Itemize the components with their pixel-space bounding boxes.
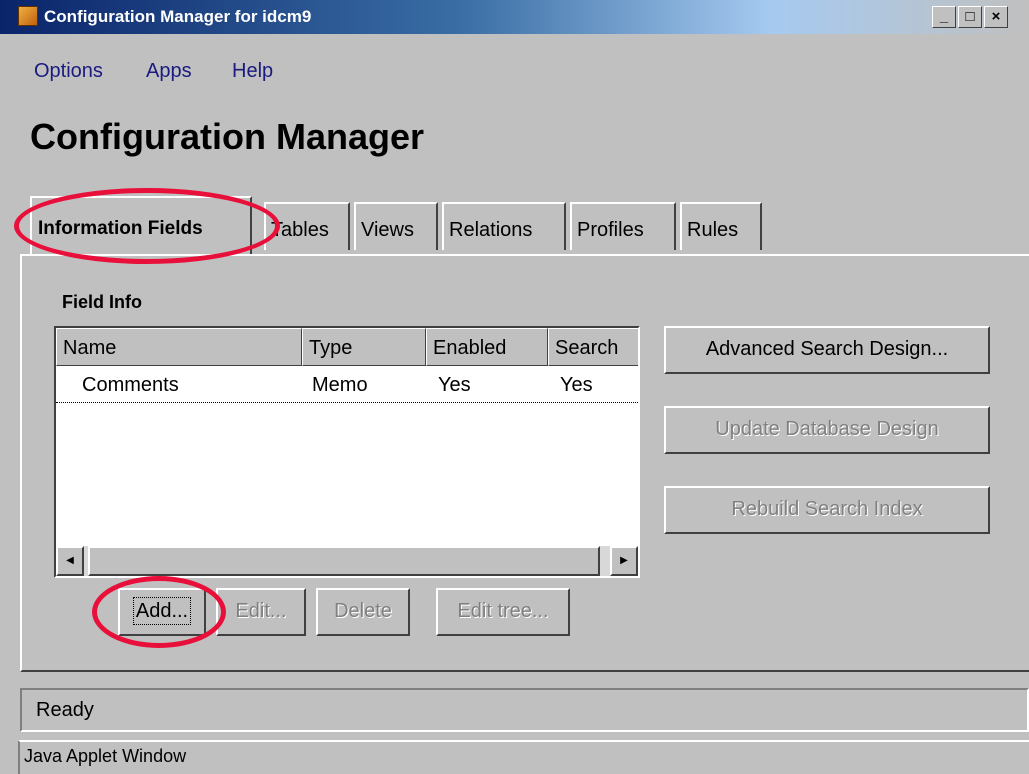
cell-enabled: Yes — [438, 374, 471, 396]
annotation-circle-add — [92, 576, 226, 648]
column-header-name[interactable]: Name — [56, 328, 302, 366]
cell-name: Comments — [82, 374, 179, 396]
fields-table[interactable]: Name Type Enabled Search Comments Memo Y… — [54, 326, 640, 578]
tab-profiles[interactable]: Profiles — [570, 202, 676, 250]
column-header-enabled[interactable]: Enabled — [426, 328, 548, 366]
status-bar — [20, 688, 1029, 732]
menu-help[interactable]: Help — [232, 60, 273, 83]
applet-warning-text: Java Applet Window — [24, 746, 187, 766]
delete-button[interactable]: Delete — [316, 588, 410, 636]
scroll-left-icon[interactable]: ◀ — [56, 546, 84, 576]
tab-views[interactable]: Views — [354, 202, 438, 250]
edit-button[interactable]: Edit... — [216, 588, 306, 636]
update-database-design-button[interactable]: Update Database Design — [664, 406, 990, 454]
scroll-right-icon[interactable]: ▶ — [610, 546, 638, 576]
status-text: Ready — [36, 699, 94, 721]
page-title: Configuration Manager — [30, 116, 424, 157]
minimize-button[interactable]: _ — [932, 6, 956, 28]
scrollbar-thumb[interactable] — [88, 546, 600, 576]
column-header-search[interactable]: Search — [548, 328, 638, 366]
horizontal-scrollbar[interactable]: ◀ ▶ — [56, 546, 638, 576]
close-button[interactable]: × — [984, 6, 1008, 28]
field-info-label: Field Info — [62, 292, 142, 312]
advanced-search-design-button[interactable]: Advanced Search Design... — [664, 326, 990, 374]
annotation-circle-tab — [14, 188, 280, 264]
cell-type: Memo — [312, 374, 368, 396]
window-title: Configuration Manager for idcm9 — [44, 7, 312, 26]
column-header-type[interactable]: Type — [302, 328, 426, 366]
tab-relations[interactable]: Relations — [442, 202, 566, 250]
maximize-button[interactable]: □ — [958, 6, 982, 28]
edit-tree-button[interactable]: Edit tree... — [436, 588, 570, 636]
rebuild-search-index-button[interactable]: Rebuild Search Index — [664, 486, 990, 534]
app-icon — [18, 6, 38, 26]
menu-options[interactable]: Options — [34, 60, 103, 83]
menu-apps[interactable]: Apps — [146, 60, 192, 83]
cell-search: Yes — [560, 374, 593, 396]
tab-rules[interactable]: Rules — [680, 202, 762, 250]
